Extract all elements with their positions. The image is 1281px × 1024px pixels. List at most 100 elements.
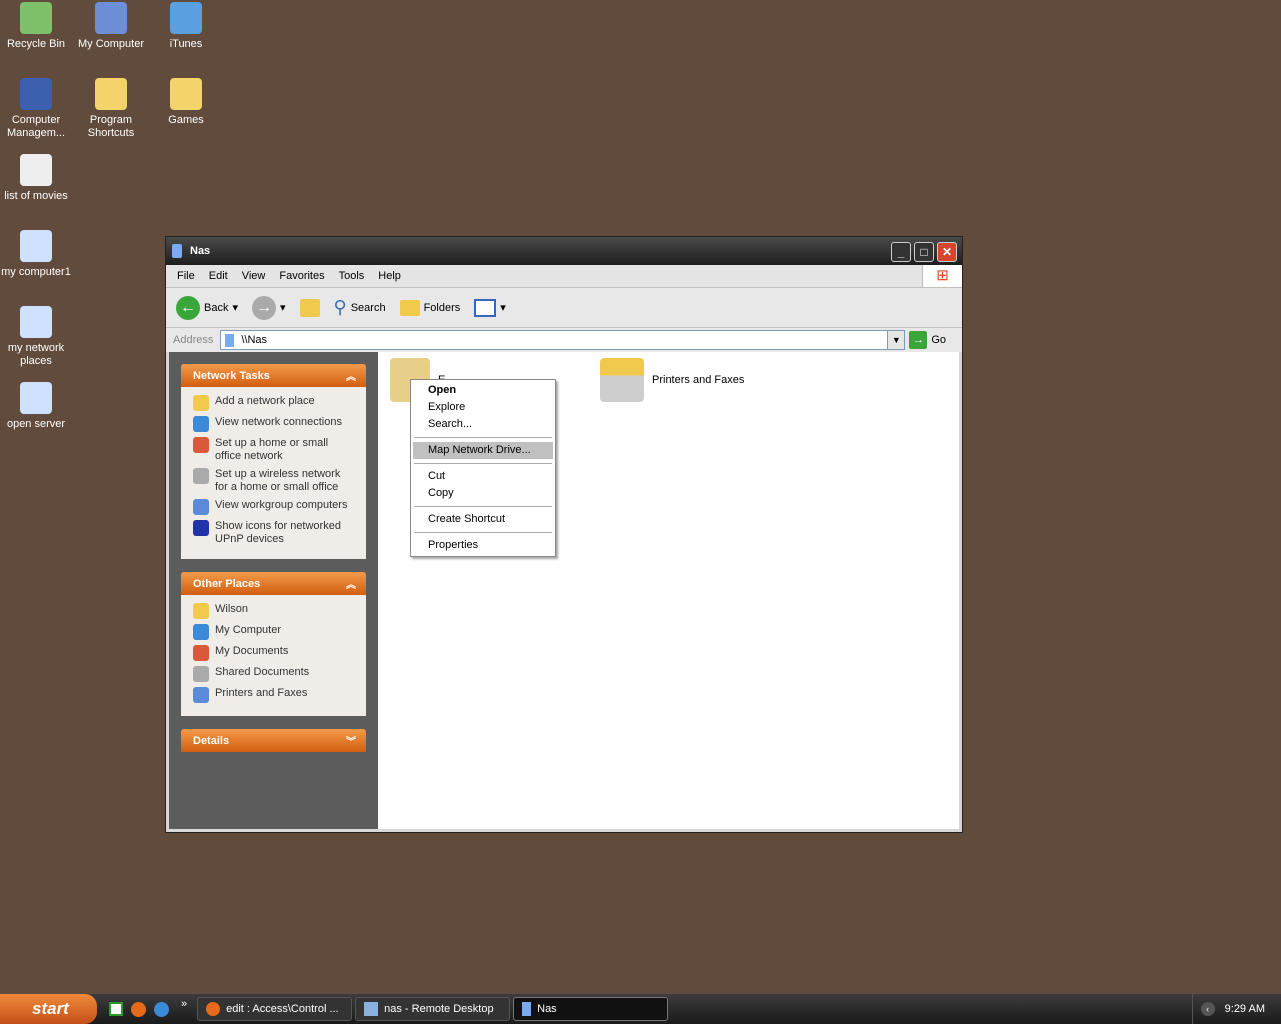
folders-label: Folders — [423, 301, 461, 314]
other-places-panel: Other Places ︽ Wilson My Computer My Docume… — [181, 572, 366, 716]
title-bar[interactable]: Nas _ □ ✕ — [166, 237, 962, 265]
minimize-button[interactable]: _ — [891, 242, 911, 262]
task-link[interactable]: Wilson — [193, 603, 356, 619]
collapse-chevron-icon[interactable]: ︽ — [346, 576, 356, 591]
taskbar: start » edit : Access\Control ... nas - … — [0, 994, 1281, 1024]
task-link-label: View workgroup computers — [215, 499, 348, 511]
desktop-icon[interactable]: list of movies — [0, 154, 74, 203]
task-link[interactable]: My Documents — [193, 645, 356, 661]
task-link-label: View network connections — [215, 416, 342, 428]
content-area: Network Tasks ︽ Add a network place View n… — [169, 352, 959, 829]
folders-button[interactable]: Folders — [399, 299, 461, 316]
desktop-icon[interactable]: my computer1 — [0, 230, 74, 279]
menu-item-open[interactable]: Open — [413, 382, 553, 399]
search-button[interactable]: ⚲ Search — [334, 297, 386, 318]
desktop-icon-image — [20, 230, 52, 262]
windows-logo-icon: ⊞ — [922, 265, 962, 287]
desktop-icon[interactable]: my network places — [0, 306, 74, 368]
task-link[interactable]: View workgroup computers — [193, 499, 356, 515]
desktop-icon-label: list of movies — [4, 190, 68, 202]
task-link[interactable]: My Computer — [193, 624, 356, 640]
menu-item-map-network-drive[interactable]: Map Network Drive... — [413, 442, 553, 459]
forward-button[interactable]: → ▾ — [252, 295, 286, 320]
ie-icon[interactable] — [154, 1001, 169, 1017]
folders-icon — [399, 299, 420, 316]
menu-separator — [414, 463, 552, 464]
desktop-icon-label: my computer1 — [1, 266, 71, 278]
collapse-chevron-icon[interactable]: ︽ — [346, 368, 356, 383]
go-label: Go — [931, 334, 946, 346]
file-item-printers-and-faxes[interactable]: Printers and Faxes — [600, 358, 744, 402]
task-link[interactable]: Set up a wireless network for a home or … — [193, 468, 356, 494]
desktop-icon-label: Games — [168, 114, 204, 126]
back-button[interactable]: ← Back ▾ — [176, 295, 238, 320]
task-link[interactable]: Printers and Faxes — [193, 687, 356, 703]
file-label: Printers and Faxes — [652, 374, 745, 386]
task-icon — [193, 416, 209, 432]
task-link[interactable]: Shared Documents — [193, 666, 356, 682]
menu-item-cut[interactable]: Cut — [413, 468, 553, 485]
network-tasks-header[interactable]: Network Tasks ︽ — [181, 364, 366, 387]
views-button[interactable]: ▾ — [474, 298, 506, 317]
desktop-icon[interactable]: Program Shortcuts — [73, 78, 149, 140]
other-places-header[interactable]: Other Places ︽ — [181, 572, 366, 595]
remote-desktop-icon — [364, 1002, 379, 1016]
menu-help[interactable]: Help — [371, 270, 408, 282]
menu-edit[interactable]: Edit — [202, 270, 235, 282]
task-link[interactable]: View network connections — [193, 416, 356, 432]
desktop-icon-label: Program Shortcuts — [87, 114, 135, 139]
menu-item-copy[interactable]: Copy — [413, 485, 553, 502]
desktop-icon[interactable]: Computer Managem... — [0, 78, 74, 140]
desktop-icon-label: My Computer — [77, 38, 145, 50]
task-link[interactable]: Set up a home or small office network — [193, 437, 356, 463]
task-link-label: Set up a wireless network for a home or … — [215, 468, 341, 493]
address-bar: Address \\Nas ▼ → Go — [166, 328, 962, 352]
desktop-icon[interactable]: Recycle Bin — [0, 2, 74, 51]
menu-favorites[interactable]: Favorites — [272, 270, 331, 282]
address-dropdown-button[interactable]: ▼ — [887, 331, 905, 349]
task-nas[interactable]: Nas — [513, 997, 669, 1021]
tray-expand-icon[interactable]: ‹ — [1200, 1002, 1215, 1016]
menu-view[interactable]: View — [235, 270, 273, 282]
up-folder-button[interactable] — [299, 298, 320, 317]
start-button[interactable]: start — [0, 994, 97, 1024]
address-input[interactable]: \\Nas ▼ — [220, 330, 906, 350]
details-header[interactable]: Details ︾ — [181, 729, 366, 752]
menu-tools[interactable]: Tools — [332, 270, 372, 282]
task-firefox[interactable]: edit : Access\Control ... — [197, 997, 353, 1021]
address-value: \\Nas — [241, 334, 268, 346]
printer-icon — [600, 358, 644, 402]
desktop-icon[interactable]: My Computer — [73, 2, 149, 51]
desktop-icon[interactable]: iTunes — [148, 2, 224, 51]
search-label: Search — [350, 301, 386, 314]
task-label: Nas — [537, 1003, 557, 1015]
menu-item-create-shortcut[interactable]: Create Shortcut — [413, 511, 553, 528]
address-label: Address — [173, 334, 214, 346]
details-panel: Details ︾ — [181, 729, 366, 752]
desktop-icon-image — [170, 2, 202, 34]
task-remote-desktop[interactable]: nas - Remote Desktop — [355, 997, 511, 1021]
menu-item-search[interactable]: Search... — [413, 416, 553, 433]
close-button[interactable]: ✕ — [937, 242, 957, 262]
desktop-icon[interactable]: open server — [0, 382, 74, 431]
menu-item-explore[interactable]: Explore — [413, 399, 553, 416]
up-folder-icon — [299, 298, 320, 317]
task-icon — [193, 395, 209, 411]
quicklaunch-more-icon[interactable]: » — [181, 998, 187, 1010]
task-link[interactable]: Add a network place — [193, 395, 356, 411]
menu-file[interactable]: File — [170, 270, 202, 282]
menu-item-properties[interactable]: Properties — [413, 537, 553, 554]
expand-chevron-icon[interactable]: ︾ — [346, 733, 356, 748]
firefox-icon[interactable] — [131, 1001, 146, 1017]
maximize-button[interactable]: □ — [914, 242, 934, 262]
system-tray: ‹ 9:29 AM — [1191, 994, 1281, 1024]
back-label: Back — [204, 301, 229, 314]
task-icon — [193, 468, 209, 484]
task-link[interactable]: Show icons for networked UPnP devices — [193, 520, 356, 546]
go-button[interactable]: → Go — [909, 331, 958, 349]
desktop-icon[interactable]: Games — [148, 78, 224, 127]
utorrent-icon[interactable] — [109, 1002, 123, 1016]
task-icon — [193, 687, 209, 703]
window-title: Nas — [190, 245, 211, 257]
task-link-label: Shared Documents — [215, 666, 310, 678]
